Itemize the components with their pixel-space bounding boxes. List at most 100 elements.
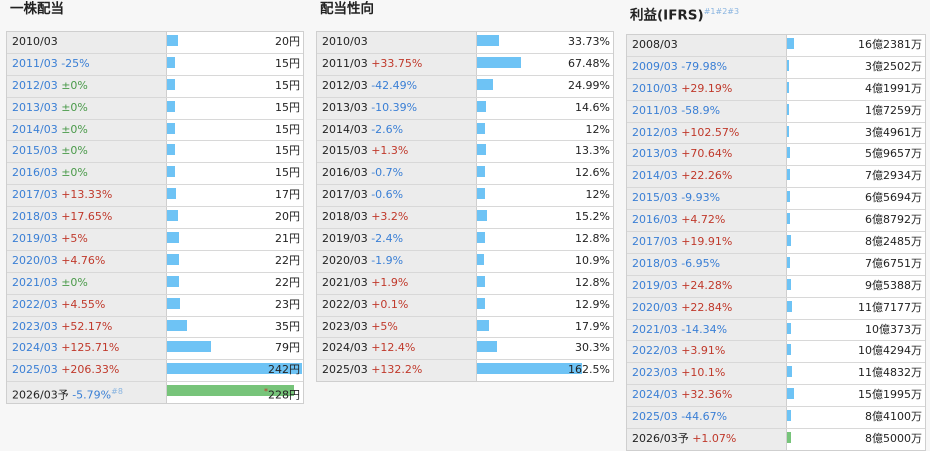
dividend-year[interactable]: 2025/03 bbox=[12, 363, 58, 376]
dividend-panel: 一株配当 2010/03 20円 2011/03 -25% 15円 2012/03 ±0… bbox=[6, 0, 304, 405]
profit-row: 2023/03 +10.1% 11億4832万 bbox=[627, 363, 925, 386]
profit-period-cell: 2026/03予 +1.07% bbox=[627, 429, 787, 450]
profit-value-text: 11億4832万 bbox=[858, 366, 922, 380]
payout-value: 162.5% bbox=[568, 360, 610, 380]
payout-value: 10.9% bbox=[575, 251, 610, 271]
profit-bar bbox=[787, 147, 790, 159]
dividend-year[interactable]: 2011/03 bbox=[12, 57, 58, 70]
profit-year[interactable]: 2014/03 bbox=[632, 169, 678, 182]
dividend-value-text: 15円 bbox=[275, 56, 300, 70]
profit-value-cell: 16億2381万 bbox=[787, 35, 925, 56]
payout-value-text: 12.9% bbox=[575, 297, 610, 311]
profit-year[interactable]: 2010/03 bbox=[632, 82, 678, 95]
profit-value: 3億4961万 bbox=[865, 123, 922, 143]
dividend-value-cell: 22円 bbox=[167, 251, 303, 272]
dividend-bar bbox=[167, 78, 176, 90]
payout-year: 2019/03 bbox=[322, 232, 368, 246]
dividend-year[interactable]: 2020/03 bbox=[12, 254, 58, 267]
payout-period-cell: 2022/03 +0.1% bbox=[317, 294, 477, 316]
profit-year[interactable]: 2025/03 bbox=[632, 410, 678, 423]
payout-bar bbox=[477, 100, 487, 112]
dividend-bar bbox=[167, 275, 180, 287]
profit-value: 8億5000万 bbox=[865, 429, 922, 449]
dividend-value: 21円 bbox=[275, 229, 300, 249]
profit-period-cell: 2016/03 +4.72% bbox=[627, 210, 787, 232]
profit-value-text: 3億2502万 bbox=[865, 59, 922, 73]
payout-period-cell: 2011/03 +33.75% bbox=[317, 53, 477, 75]
dividend-bar bbox=[167, 144, 176, 156]
payout-bar bbox=[477, 56, 521, 68]
profit-year[interactable]: 2016/03 bbox=[632, 213, 678, 226]
payout-bar bbox=[477, 319, 489, 331]
payout-period-cell: 2013/03 -10.39% bbox=[317, 97, 477, 119]
profit-year[interactable]: 2015/03 bbox=[632, 191, 678, 204]
dividend-year[interactable]: 2013/03 bbox=[12, 101, 58, 114]
dividend-footnote: #8 bbox=[111, 387, 123, 397]
dividend-value-cell: 15円 bbox=[167, 120, 303, 141]
profit-period-cell: 2025/03 -44.67% bbox=[627, 407, 787, 429]
profit-row: 2019/03 +24.28% 9億5388万 bbox=[627, 275, 925, 298]
profit-year[interactable]: 2021/03 bbox=[632, 323, 678, 336]
profit-year[interactable]: 2011/03 bbox=[632, 104, 678, 117]
profit-year[interactable]: 2017/03 bbox=[632, 235, 678, 248]
profit-change: -14.34% bbox=[677, 322, 728, 336]
payout-year: 2018/03 bbox=[322, 210, 368, 224]
dividend-period-cell: 2020/03 +4.76% bbox=[7, 250, 167, 272]
dividend-year[interactable]: 2017/03 bbox=[12, 188, 58, 201]
payout-value: 15.2% bbox=[575, 207, 610, 227]
dividend-year[interactable]: 2022/03 bbox=[12, 298, 58, 311]
dividend-year[interactable]: 2024/03 bbox=[12, 341, 58, 354]
profit-value: 15億1995万 bbox=[858, 385, 922, 405]
payout-period-cell: 2012/03 -42.49% bbox=[317, 75, 477, 97]
profit-value-text: 6億8792万 bbox=[865, 213, 922, 227]
payout-year: 2013/03 bbox=[322, 100, 368, 114]
dividend-year[interactable]: 2015/03 bbox=[12, 144, 58, 157]
dividend-value: 79円 bbox=[275, 338, 300, 358]
profit-value-text: 6億5694万 bbox=[865, 191, 922, 205]
profit-year[interactable]: 2013/03 bbox=[632, 147, 678, 160]
payout-change: +12.4% bbox=[367, 341, 416, 355]
payout-value-text: 10.9% bbox=[575, 253, 610, 267]
profit-year[interactable]: 2018/03 bbox=[632, 257, 678, 270]
profit-year[interactable]: 2012/03 bbox=[632, 126, 678, 139]
payout-change: +0.1% bbox=[367, 297, 409, 311]
profit-value-text: 4億1991万 bbox=[865, 81, 922, 95]
profit-bar bbox=[787, 169, 791, 181]
dividend-year[interactable]: 2016/03 bbox=[12, 166, 58, 179]
profit-year[interactable]: 2019/03 bbox=[632, 279, 678, 292]
dividend-title: 一株配当 bbox=[10, 1, 64, 17]
profit-year[interactable]: 2024/03 bbox=[632, 388, 678, 401]
dividend-change: +4.76% bbox=[57, 253, 106, 267]
payout-value: 17.9% bbox=[575, 317, 610, 337]
profit-value-text: 9億5388万 bbox=[865, 278, 922, 292]
payout-table: 2010/03 33.73% 2011/03 +33.75% 67.48% 2012/0… bbox=[316, 31, 614, 383]
dividend-value: 15円 bbox=[275, 54, 300, 74]
dividend-year[interactable]: 2018/03 bbox=[12, 210, 58, 223]
profit-period-cell: 2009/03 -79.98% bbox=[627, 56, 787, 78]
payout-change: -2.6% bbox=[367, 122, 404, 136]
payout-bar bbox=[477, 297, 486, 309]
profit-period-cell: 2018/03 -6.95% bbox=[627, 253, 787, 275]
dividend-year[interactable]: 2012/03 bbox=[12, 79, 58, 92]
profit-year[interactable]: 2022/03 bbox=[632, 344, 678, 357]
profit-value-cell: 10億4294万 bbox=[787, 341, 925, 362]
dividend-year[interactable]: 2021/03 bbox=[12, 276, 58, 289]
dividend-row: 2010/03 20円 bbox=[7, 32, 303, 54]
dividend-year[interactable]: 2023/03 bbox=[12, 320, 58, 333]
dividend-year[interactable]: 2019/03 bbox=[12, 232, 58, 245]
dividend-value-cell: 35円 bbox=[167, 317, 303, 338]
profit-row: 2011/03 -58.9% 1億7259万 bbox=[627, 100, 925, 123]
payout-value-cell: 162.5% bbox=[477, 360, 613, 381]
profit-year[interactable]: 2020/03 bbox=[632, 301, 678, 314]
dividend-value: 15円 bbox=[275, 141, 300, 161]
payout-row: 2018/03 +3.2% 15.2% bbox=[317, 207, 613, 230]
payout-period-cell: 2015/03 +1.3% bbox=[317, 141, 477, 163]
payout-value-text: 12% bbox=[585, 122, 610, 136]
dividend-year[interactable]: 2014/03 bbox=[12, 123, 58, 136]
profit-year[interactable]: 2009/03 bbox=[632, 60, 678, 73]
payout-value: 12.8% bbox=[575, 273, 610, 293]
profit-bar bbox=[787, 103, 789, 115]
profit-value-cell: 7億6751万 bbox=[787, 254, 925, 275]
profit-year[interactable]: 2023/03 bbox=[632, 366, 678, 379]
payout-year: 2023/03 bbox=[322, 319, 368, 333]
